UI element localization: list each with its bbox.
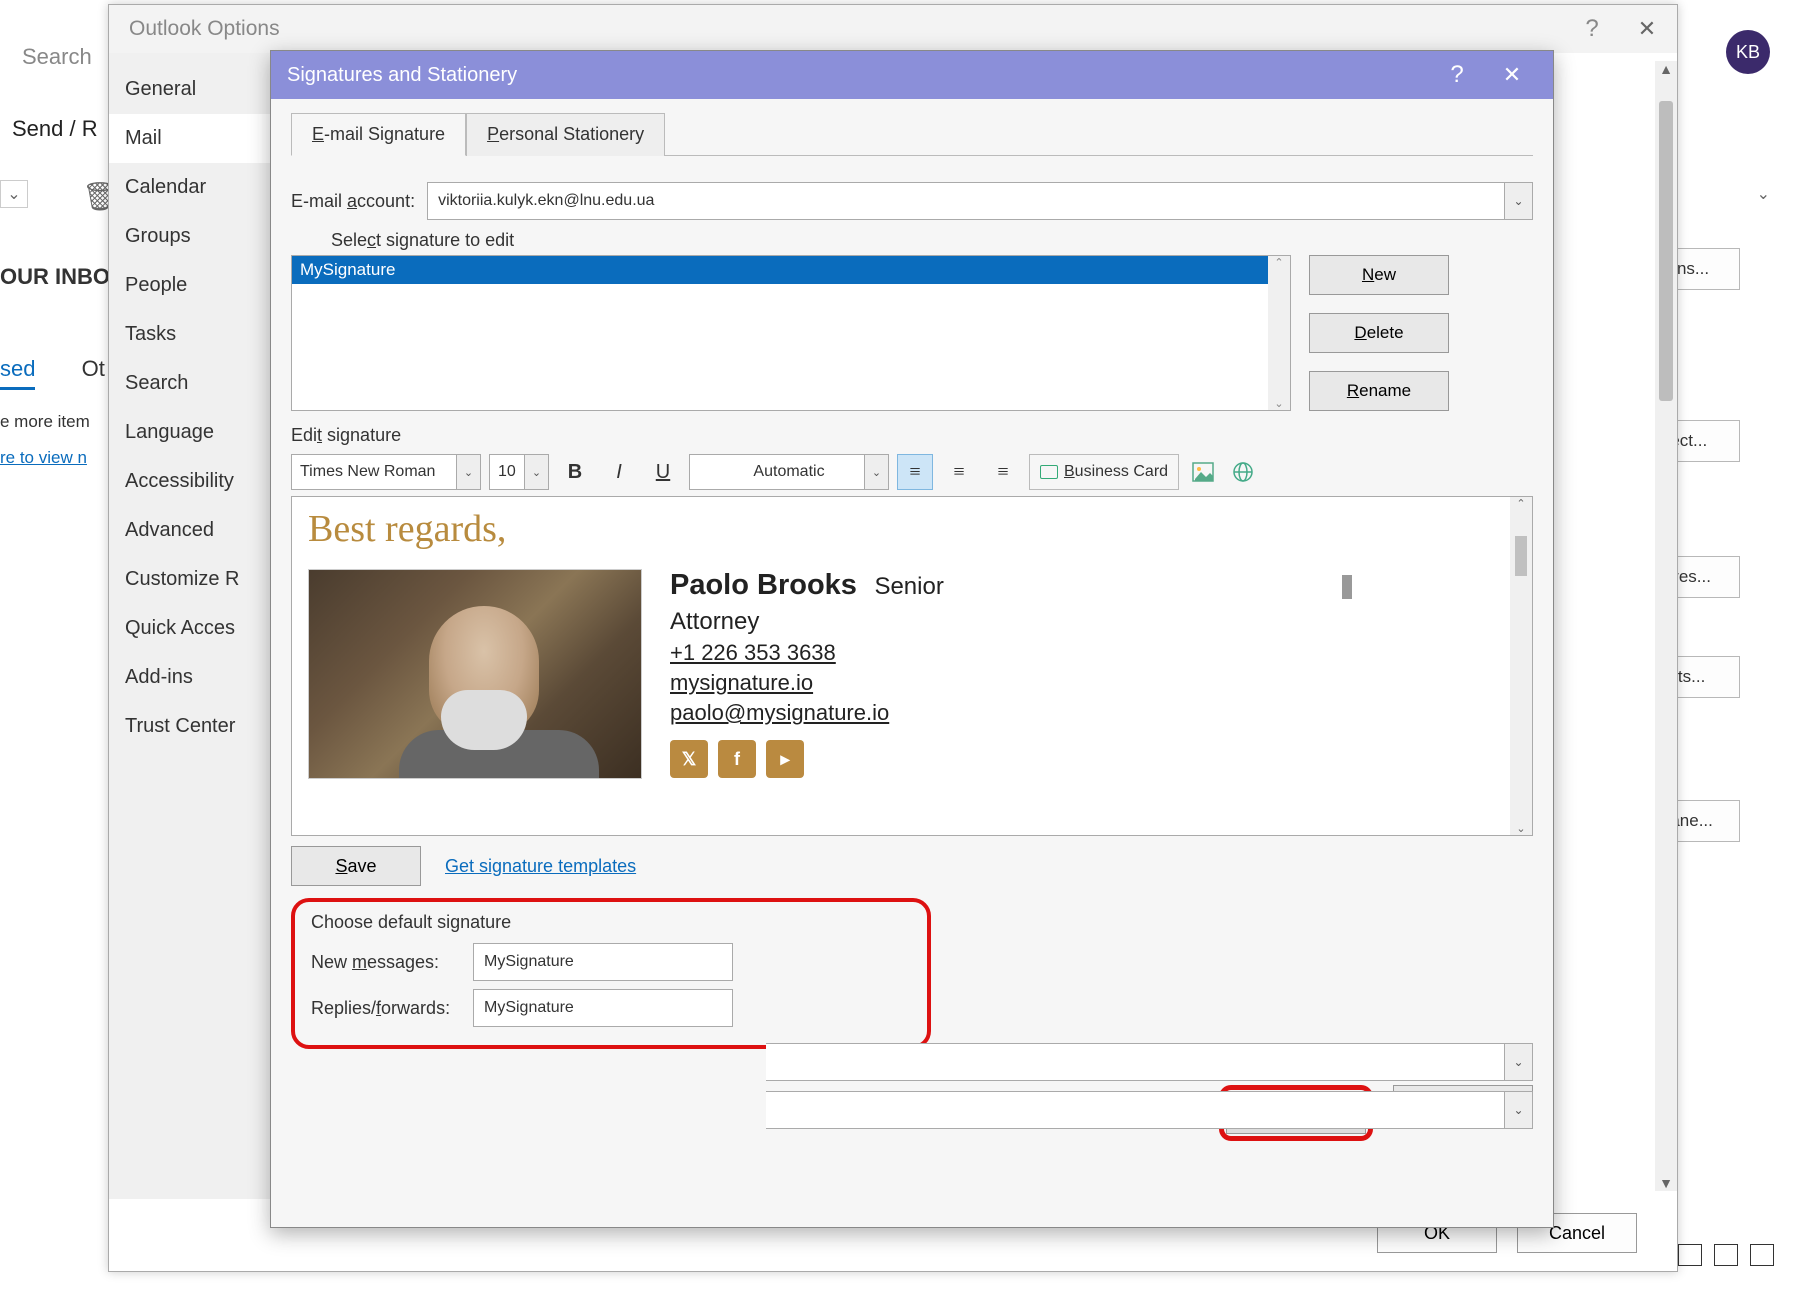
nav-trust-center[interactable]: Trust Center: [109, 702, 279, 751]
signatures-tabs: E-mail Signature Personal Stationery: [291, 113, 1533, 156]
new-signature-button[interactable]: New: [1309, 255, 1449, 295]
chevron-down-icon[interactable]: ⌄: [1504, 1092, 1532, 1128]
italic-button[interactable]: I: [601, 454, 637, 490]
list-scrollbar[interactable]: ⌃⌄: [1268, 256, 1290, 410]
nav-accessibility[interactable]: Accessibility: [109, 457, 279, 506]
nav-general[interactable]: General: [109, 65, 279, 114]
delete-signature-button[interactable]: Delete: [1309, 313, 1449, 353]
business-card-button[interactable]: Business Card: [1029, 454, 1179, 490]
email-account-label: E-mail account:: [291, 191, 415, 212]
options-scrollbar[interactable]: ▲ ▼: [1655, 61, 1677, 1191]
chevron-down-icon[interactable]: ⌄: [1504, 1044, 1532, 1080]
signature-greeting: Best regards,: [308, 507, 1516, 551]
close-icon[interactable]: ✕: [1617, 16, 1677, 42]
replies-forwards-label: Replies/forwards:: [311, 998, 461, 1019]
user-avatar[interactable]: KB: [1726, 30, 1770, 74]
card-icon: [1040, 465, 1058, 479]
signature-list-item[interactable]: MySignature: [292, 256, 1290, 284]
twitter-icon[interactable]: 𝕏: [670, 740, 708, 778]
scrollbar-thumb[interactable]: [1659, 101, 1673, 401]
font-family-select[interactable]: Times New Roman⌄: [291, 454, 481, 490]
nav-customize-ribbon[interactable]: Customize R: [109, 555, 279, 604]
tab-focused-fragment[interactable]: sed: [0, 356, 35, 390]
align-center-button[interactable]: ≡: [941, 454, 977, 490]
signature-role-1: Senior: [874, 573, 943, 600]
new-messages-label: New messages:: [311, 952, 461, 973]
save-button[interactable]: Save: [291, 846, 421, 886]
select-signature-label: Select signature to edit: [331, 230, 514, 250]
view-mode-icons[interactable]: [1678, 1244, 1774, 1266]
nav-tasks[interactable]: Tasks: [109, 310, 279, 359]
new-messages-select-ext[interactable]: ⌄: [766, 1043, 1533, 1081]
font-size-select[interactable]: 10⌄: [489, 454, 549, 490]
help-icon[interactable]: ?: [1427, 61, 1487, 89]
more-items-fragment: e more item: [0, 412, 90, 432]
chevron-down-icon[interactable]: ⌄: [456, 455, 480, 489]
inbox-heading-fragment: OUR INBO: [0, 264, 110, 290]
align-right-button[interactable]: ≡: [985, 454, 1021, 490]
nav-groups[interactable]: Groups: [109, 212, 279, 261]
signature-phone[interactable]: +1 226 353 3638: [670, 640, 944, 666]
underline-button[interactable]: U: [645, 454, 681, 490]
send-receive-fragment: Send / R: [12, 116, 98, 142]
signatures-title: Signatures and Stationery: [287, 64, 517, 87]
signature-toolbar: Times New Roman⌄ 10⌄ B I U Automatic⌄ ≡ …: [291, 454, 1533, 490]
signature-email[interactable]: paolo@mysignature.io: [670, 700, 944, 726]
nav-language[interactable]: Language: [109, 408, 279, 457]
nav-people[interactable]: People: [109, 261, 279, 310]
new-messages-select[interactable]: MySignature: [473, 943, 733, 981]
choose-default-heading: Choose default signature: [311, 912, 911, 933]
email-account-select[interactable]: viktoriia.kulyk.ekn@lnu.edu.ua ⌄: [427, 182, 1533, 220]
nav-quick-access[interactable]: Quick Acces: [109, 604, 279, 653]
view-link-fragment[interactable]: re to view n: [0, 448, 87, 468]
nav-calendar[interactable]: Calendar: [109, 163, 279, 212]
signature-site[interactable]: mysignature.io: [670, 670, 944, 696]
editor-scrollbar[interactable]: ⌃⌄: [1510, 497, 1532, 835]
nav-search[interactable]: Search: [109, 359, 279, 408]
nav-addins[interactable]: Add-ins: [109, 653, 279, 702]
signatures-titlebar: Signatures and Stationery ? ✕: [271, 51, 1553, 99]
youtube-icon[interactable]: ▸: [766, 740, 804, 778]
chevron-down-icon[interactable]: ⌄: [864, 455, 888, 489]
options-titlebar: Outlook Options ? ✕: [109, 5, 1677, 53]
signature-info: Paolo Brooks Senior Attorney +1 226 353 …: [670, 569, 944, 779]
tab-email-signature[interactable]: E-mail Signature: [291, 113, 466, 156]
chevron-down-icon[interactable]: ⌄: [1504, 183, 1532, 219]
edit-signature-label: Edit signature: [291, 425, 1533, 446]
default-signature-highlight: Choose default signature New messages: M…: [291, 898, 931, 1049]
get-templates-link[interactable]: Get signature templates: [445, 856, 636, 877]
nav-advanced[interactable]: Advanced: [109, 506, 279, 555]
signature-photo: [308, 569, 642, 779]
ribbon-chevron-icon[interactable]: ⌄: [1757, 184, 1770, 204]
options-title: Outlook Options: [129, 17, 280, 41]
signature-role-2: Attorney: [670, 608, 944, 636]
font-color-select[interactable]: Automatic⌄: [689, 454, 889, 490]
help-icon[interactable]: ?: [1567, 15, 1617, 43]
signature-editor[interactable]: Best regards, Paolo Brooks Senior Attorn…: [291, 496, 1533, 836]
align-left-button[interactable]: ≡: [897, 454, 933, 490]
signature-name: Paolo Brooks: [670, 569, 857, 601]
search-placeholder[interactable]: Search: [22, 44, 92, 70]
signatures-dialog: Signatures and Stationery ? ✕ E-mail Sig…: [270, 50, 1554, 1228]
text-cursor: [1342, 575, 1352, 599]
close-icon[interactable]: ✕: [1487, 62, 1537, 88]
rename-signature-button[interactable]: Rename: [1309, 371, 1449, 411]
tab-other-fragment[interactable]: Ot: [82, 356, 105, 381]
replies-forwards-select[interactable]: MySignature: [473, 989, 733, 1027]
replies-forwards-select-ext[interactable]: ⌄: [766, 1091, 1533, 1129]
facebook-icon[interactable]: f: [718, 740, 756, 778]
nav-mail[interactable]: Mail: [109, 114, 279, 163]
signature-list[interactable]: MySignature ⌃⌄: [291, 255, 1291, 411]
bold-button[interactable]: B: [557, 454, 593, 490]
insert-hyperlink-icon[interactable]: [1227, 456, 1259, 488]
options-nav: General Mail Calendar Groups People Task…: [109, 53, 279, 1199]
insert-picture-icon[interactable]: [1187, 456, 1219, 488]
email-account-value: viktoriia.kulyk.ekn@lnu.edu.ua: [438, 192, 654, 210]
chevron-down-icon[interactable]: ⌄: [524, 455, 548, 489]
dropdown-icon[interactable]: ⌄: [0, 180, 28, 208]
tab-personal-stationery[interactable]: Personal Stationery: [466, 113, 665, 156]
